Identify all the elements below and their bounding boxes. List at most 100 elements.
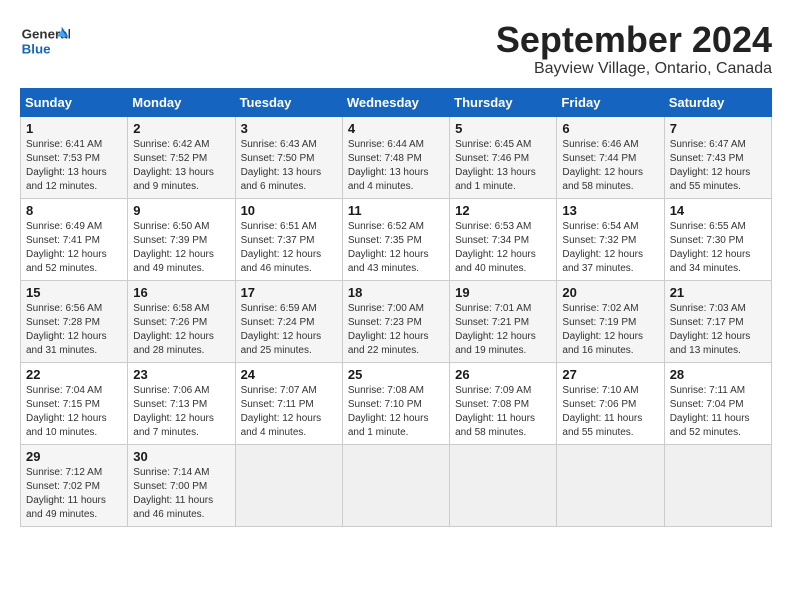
day-number: 30 [133,449,229,464]
day-number: 3 [241,121,337,136]
calendar-cell: 8 Sunrise: 6:49 AMSunset: 7:41 PMDaylight… [21,198,128,280]
calendar-week-row: 22 Sunrise: 7:04 AMSunset: 7:15 PMDayligh… [21,362,772,444]
calendar-cell: 22 Sunrise: 7:04 AMSunset: 7:15 PMDayligh… [21,362,128,444]
day-number: 17 [241,285,337,300]
day-info: Sunrise: 6:58 AMSunset: 7:26 PMDaylight:… [133,302,229,358]
calendar-cell: 30 Sunrise: 7:14 AMSunset: 7:00 PMDayligh… [128,444,235,526]
day-number: 27 [562,367,658,382]
day-number: 9 [133,203,229,218]
day-info: Sunrise: 7:14 AMSunset: 7:00 PMDaylight:… [133,466,229,522]
calendar-cell: 6 Sunrise: 6:46 AMSunset: 7:44 PMDaylight… [557,116,664,198]
calendar-cell: 27 Sunrise: 7:10 AMSunset: 7:06 PMDayligh… [557,362,664,444]
calendar-cell [557,444,664,526]
month-title: September 2024 [496,20,772,60]
calendar-cell: 21 Sunrise: 7:03 AMSunset: 7:17 PMDayligh… [664,280,771,362]
day-info: Sunrise: 7:09 AMSunset: 7:08 PMDaylight:… [455,384,551,440]
logo-icon: General Blue [20,20,70,60]
calendar-cell: 12 Sunrise: 6:53 AMSunset: 7:34 PMDayligh… [450,198,557,280]
day-info: Sunrise: 6:43 AMSunset: 7:50 PMDaylight:… [241,138,337,194]
calendar-cell: 29 Sunrise: 7:12 AMSunset: 7:02 PMDayligh… [21,444,128,526]
calendar-cell: 19 Sunrise: 7:01 AMSunset: 7:21 PMDayligh… [450,280,557,362]
calendar-cell: 11Sunrise: 6:52 AMSunset: 7:35 PMDayligh… [342,198,449,280]
title-area: September 2024 Bayview Village, Ontario,… [496,20,772,78]
day-number: 12 [455,203,551,218]
calendar-week-row: 1Sunrise: 6:41 AMSunset: 7:53 PMDaylight… [21,116,772,198]
day-info: Sunrise: 6:42 AMSunset: 7:52 PMDaylight:… [133,138,229,194]
day-info: Sunrise: 7:04 AMSunset: 7:15 PMDaylight:… [26,384,122,440]
day-info: Sunrise: 6:54 AMSunset: 7:32 PMDaylight:… [562,220,658,276]
day-info: Sunrise: 7:07 AMSunset: 7:11 PMDaylight:… [241,384,337,440]
calendar-cell: 4 Sunrise: 6:44 AMSunset: 7:48 PMDaylight… [342,116,449,198]
day-number: 26 [455,367,551,382]
day-info: Sunrise: 6:47 AMSunset: 7:43 PMDaylight:… [670,138,766,194]
day-number: 6 [562,121,658,136]
calendar-cell: 2Sunrise: 6:42 AMSunset: 7:52 PMDaylight… [128,116,235,198]
day-info: Sunrise: 7:12 AMSunset: 7:02 PMDaylight:… [26,466,122,522]
day-number: 1 [26,121,122,136]
day-number: 11 [348,203,444,218]
day-info: Sunrise: 6:46 AMSunset: 7:44 PMDaylight:… [562,138,658,194]
day-info: Sunrise: 7:00 AMSunset: 7:23 PMDaylight:… [348,302,444,358]
day-number: 28 [670,367,766,382]
calendar-header-friday: Friday [557,88,664,116]
calendar-cell: 14 Sunrise: 6:55 AMSunset: 7:30 PMDayligh… [664,198,771,280]
day-info: Sunrise: 6:51 AMSunset: 7:37 PMDaylight:… [241,220,337,276]
calendar-cell: 5Sunrise: 6:45 AMSunset: 7:46 PMDaylight… [450,116,557,198]
day-number: 20 [562,285,658,300]
day-info: Sunrise: 6:45 AMSunset: 7:46 PMDaylight:… [455,138,551,194]
day-number: 19 [455,285,551,300]
calendar-cell [664,444,771,526]
calendar-cell: 10 Sunrise: 6:51 AMSunset: 7:37 PMDayligh… [235,198,342,280]
calendar-cell: 24 Sunrise: 7:07 AMSunset: 7:11 PMDayligh… [235,362,342,444]
calendar-cell: 20 Sunrise: 7:02 AMSunset: 7:19 PMDayligh… [557,280,664,362]
day-info: Sunrise: 6:56 AMSunset: 7:28 PMDaylight:… [26,302,122,358]
calendar-header-sunday: Sunday [21,88,128,116]
calendar-cell: 18 Sunrise: 7:00 AMSunset: 7:23 PMDayligh… [342,280,449,362]
day-number: 13 [562,203,658,218]
calendar-cell: 3 Sunrise: 6:43 AMSunset: 7:50 PMDaylight… [235,116,342,198]
calendar-week-row: 29 Sunrise: 7:12 AMSunset: 7:02 PMDayligh… [21,444,772,526]
day-info: Sunrise: 6:44 AMSunset: 7:48 PMDaylight:… [348,138,444,194]
header: General Blue September 2024 Bayview Vill… [20,20,772,78]
day-info: Sunrise: 7:10 AMSunset: 7:06 PMDaylight:… [562,384,658,440]
calendar-cell: 9Sunrise: 6:50 AMSunset: 7:39 PMDaylight… [128,198,235,280]
day-number: 15 [26,285,122,300]
calendar-header-tuesday: Tuesday [235,88,342,116]
svg-text:Blue: Blue [22,41,51,56]
calendar-week-row: 15 Sunrise: 6:56 AMSunset: 7:28 PMDayligh… [21,280,772,362]
calendar-cell: 16 Sunrise: 6:58 AMSunset: 7:26 PMDayligh… [128,280,235,362]
day-number: 21 [670,285,766,300]
day-number: 29 [26,449,122,464]
calendar-cell [235,444,342,526]
day-number: 14 [670,203,766,218]
day-number: 23 [133,367,229,382]
day-info: Sunrise: 6:49 AMSunset: 7:41 PMDaylight:… [26,220,122,276]
calendar-table: SundayMondayTuesdayWednesdayThursdayFrid… [20,88,772,527]
day-number: 16 [133,285,229,300]
calendar-cell: 28 Sunrise: 7:11 AMSunset: 7:04 PMDayligh… [664,362,771,444]
calendar-cell [342,444,449,526]
calendar-cell [450,444,557,526]
calendar-header-monday: Monday [128,88,235,116]
calendar-cell: 13 Sunrise: 6:54 AMSunset: 7:32 PMDayligh… [557,198,664,280]
day-number: 4 [348,121,444,136]
day-number: 18 [348,285,444,300]
day-info: Sunrise: 7:11 AMSunset: 7:04 PMDaylight:… [670,384,766,440]
day-number: 24 [241,367,337,382]
day-number: 8 [26,203,122,218]
day-info: Sunrise: 7:03 AMSunset: 7:17 PMDaylight:… [670,302,766,358]
day-info: Sunrise: 7:06 AMSunset: 7:13 PMDaylight:… [133,384,229,440]
day-number: 22 [26,367,122,382]
day-info: Sunrise: 6:53 AMSunset: 7:34 PMDaylight:… [455,220,551,276]
calendar-cell: 15 Sunrise: 6:56 AMSunset: 7:28 PMDayligh… [21,280,128,362]
day-info: Sunrise: 7:08 AMSunset: 7:10 PMDaylight:… [348,384,444,440]
calendar-cell: 26 Sunrise: 7:09 AMSunset: 7:08 PMDayligh… [450,362,557,444]
calendar-header-wednesday: Wednesday [342,88,449,116]
day-info: Sunrise: 7:02 AMSunset: 7:19 PMDaylight:… [562,302,658,358]
calendar-cell: 23 Sunrise: 7:06 AMSunset: 7:13 PMDayligh… [128,362,235,444]
day-info: Sunrise: 7:01 AMSunset: 7:21 PMDaylight:… [455,302,551,358]
calendar-cell: 1Sunrise: 6:41 AMSunset: 7:53 PMDaylight… [21,116,128,198]
day-info: Sunrise: 6:55 AMSunset: 7:30 PMDaylight:… [670,220,766,276]
calendar-header-saturday: Saturday [664,88,771,116]
day-number: 10 [241,203,337,218]
